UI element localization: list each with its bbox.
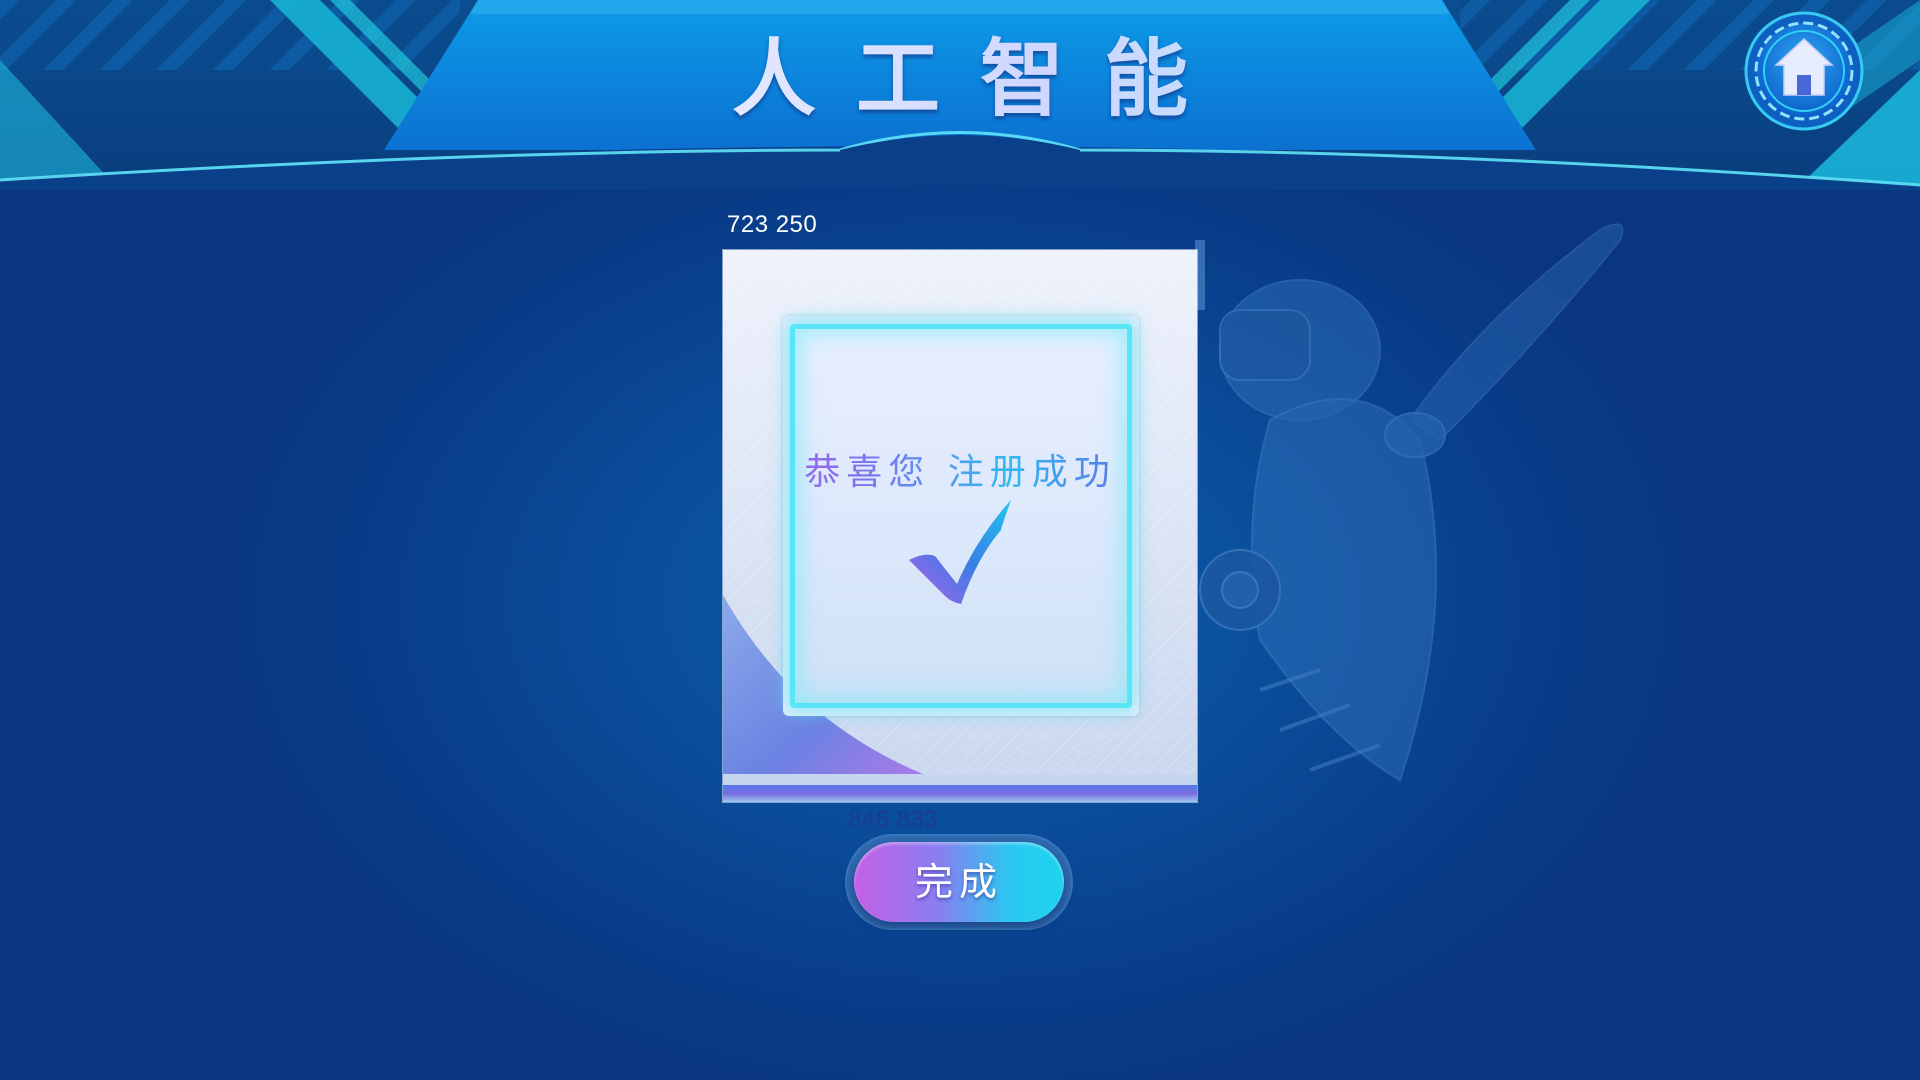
home-button[interactable] — [1744, 11, 1864, 131]
success-message: 恭喜您 注册成功 — [723, 443, 1197, 495]
check-icon — [909, 500, 1011, 604]
home-icon — [1744, 11, 1864, 131]
coordinate-label-bottom: 846 833 — [848, 806, 939, 833]
page-title: 人工智能 — [0, 12, 1920, 133]
done-button-label: 完成 — [914, 860, 1003, 904]
done-button-face[interactable]: 完成 — [854, 842, 1064, 922]
robot-illustration — [1195, 223, 1624, 782]
app-screen: 人工智能 723 250 恭喜您 注册成功 846 833 完成 — [0, 0, 1920, 1080]
coordinate-label-top: 723 250 — [727, 211, 818, 238]
card-bottom-bar — [723, 774, 1197, 802]
done-button[interactable]: 完成 — [847, 836, 1071, 928]
success-dialog: 恭喜您 注册成功 — [723, 250, 1197, 802]
